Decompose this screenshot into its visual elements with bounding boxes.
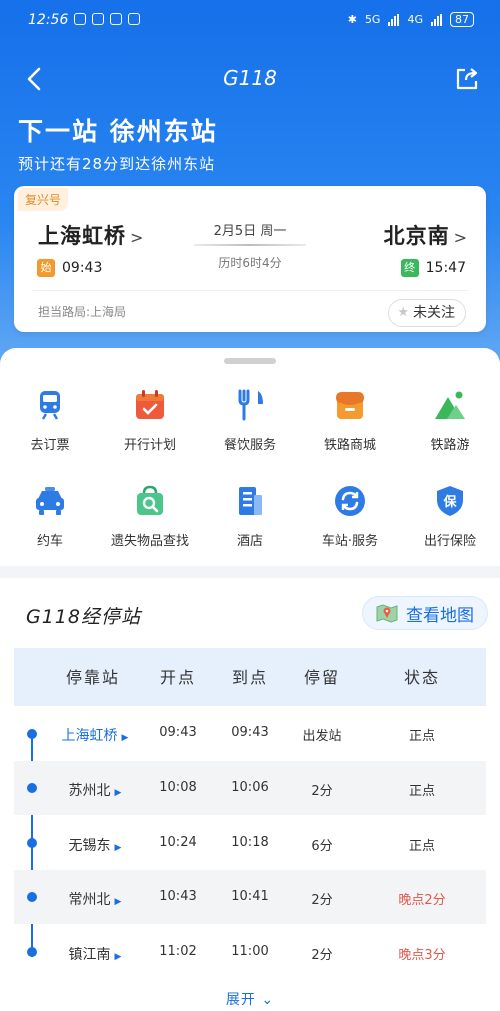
calendar-icon bbox=[136, 390, 164, 419]
lost-found-icon bbox=[137, 485, 163, 515]
arrival-station[interactable]: 北京南 > bbox=[384, 220, 468, 250]
map-icon bbox=[376, 604, 398, 623]
timeline-dot bbox=[27, 892, 37, 902]
chevron-right-icon: > bbox=[130, 228, 145, 247]
timeline-dot bbox=[27, 947, 37, 957]
timeline-dot bbox=[27, 729, 37, 739]
play-arrow-icon: ▶ bbox=[114, 843, 122, 853]
train-info-card: 复兴号 上海虹桥 > 2月5日 周一 历时6时4分 北京南 > 始 09:43 终 … bbox=[14, 186, 486, 332]
terminal-badge: 终 bbox=[400, 259, 419, 277]
chevron-right-icon: > bbox=[453, 228, 468, 247]
alarm-icon bbox=[128, 13, 140, 25]
next-station-title: 下一站 徐州东站 bbox=[18, 117, 218, 146]
train-type-badge: 复兴号 bbox=[18, 188, 69, 211]
service-car-booking[interactable]: 约车 bbox=[0, 484, 100, 549]
table-row[interactable]: 无锡东 ▶ 10:24 10:18 6分 正点 bbox=[14, 816, 486, 870]
service-schedule[interactable]: 开行计划 bbox=[100, 388, 200, 453]
departure-time: 09:43 bbox=[62, 260, 103, 276]
store-icon bbox=[336, 392, 364, 419]
header-stay: 停留 bbox=[303, 668, 340, 687]
car-icon bbox=[36, 487, 64, 515]
header-status: 状态 bbox=[403, 668, 440, 687]
railway-bureau: 担当路局:上海局 bbox=[38, 305, 127, 319]
table-row[interactable]: 镇江南 ▶ 11:02 11:00 2分 晚点3分 bbox=[14, 925, 486, 979]
nfc-icon bbox=[110, 13, 122, 25]
travel-date: 2月5日 周一 bbox=[213, 224, 287, 239]
departure-station[interactable]: 上海虹桥 > bbox=[38, 220, 144, 250]
page-title: G118 bbox=[223, 66, 277, 90]
refresh-icon bbox=[335, 486, 365, 516]
hotel-icon bbox=[239, 487, 262, 515]
train-icon bbox=[40, 391, 60, 420]
services-panel: 去订票 开行计划 餐饮服务 铁路商城 铁路游 约车 遗失物品查找 酒店 车站·服… bbox=[0, 348, 500, 566]
notification-icon bbox=[74, 13, 86, 25]
network-4g: 4G bbox=[407, 13, 423, 26]
arrival-time: 15:47 bbox=[425, 260, 466, 276]
stops-table-header: 停靠站 开点 到点 停留 状态 bbox=[14, 648, 486, 706]
signal-icon bbox=[388, 13, 400, 26]
play-arrow-icon: ▶ bbox=[121, 733, 129, 743]
service-travel-insurance[interactable]: 保 出行保险 bbox=[400, 484, 500, 549]
play-arrow-icon: ▶ bbox=[114, 897, 122, 907]
chevron-down-icon: ⌄ bbox=[261, 992, 275, 1008]
status-bar: 12:56 ✱ 5G 4G 87 bbox=[0, 0, 500, 42]
header-station: 停靠站 bbox=[65, 668, 120, 687]
service-book-ticket[interactable]: 去订票 bbox=[0, 388, 100, 453]
timeline-dot bbox=[27, 783, 37, 793]
table-row[interactable]: 常州北 ▶ 10:43 10:41 2分 晚点2分 bbox=[14, 870, 486, 924]
next-station-eta: 预计还有28分到达徐州东站 bbox=[18, 155, 216, 173]
signal-icon-2 bbox=[431, 13, 442, 26]
mountain-icon bbox=[435, 391, 465, 419]
cutlery-icon bbox=[238, 389, 263, 421]
route-line bbox=[194, 244, 306, 246]
svg-text:保: 保 bbox=[442, 494, 457, 510]
play-arrow-icon: ▶ bbox=[114, 952, 122, 962]
service-hotel[interactable]: 酒店 bbox=[200, 484, 300, 549]
follow-button[interactable]: ★ 未关注 bbox=[388, 299, 466, 327]
table-row[interactable]: 苏州北 ▶ 10:08 10:06 2分 正点 bbox=[14, 761, 486, 815]
service-railway-mall[interactable]: 铁路商城 bbox=[300, 388, 400, 453]
divider bbox=[32, 290, 468, 291]
nav-bar: G118 bbox=[0, 58, 500, 102]
service-station-service[interactable]: 车站·服务 bbox=[300, 484, 400, 549]
service-railway-travel[interactable]: 铁路游 bbox=[400, 388, 500, 453]
battery-indicator: 87 bbox=[450, 12, 474, 27]
drag-handle[interactable] bbox=[224, 358, 276, 364]
star-icon: ★ bbox=[397, 305, 409, 320]
insurance-icon: 保 bbox=[437, 486, 463, 516]
service-lost-and-found[interactable]: 遗失物品查找 bbox=[100, 484, 200, 549]
view-map-button[interactable]: 查看地图 bbox=[362, 596, 488, 630]
stops-title: G118经停站 bbox=[26, 606, 141, 628]
expand-button[interactable]: 展开 ⌄ bbox=[0, 989, 500, 1009]
play-arrow-icon: ▶ bbox=[114, 788, 122, 798]
header-arrive: 到点 bbox=[231, 668, 268, 687]
header-depart: 开点 bbox=[159, 668, 196, 687]
table-row[interactable]: 上海虹桥 ▶ 09:43 09:43 出发站 正点 bbox=[14, 706, 486, 760]
arrival-time-group: 终 15:47 bbox=[400, 259, 466, 277]
origin-badge: 始 bbox=[37, 259, 55, 277]
bluetooth-icon: ✱ bbox=[347, 13, 357, 26]
travel-duration: 历时6时4分 bbox=[218, 256, 282, 270]
share-icon[interactable] bbox=[454, 66, 480, 92]
stops-section: G118经停站 查看地图 停靠站 开点 到点 停留 状态 上海虹桥 ▶ 09:43… bbox=[0, 578, 500, 1011]
departure-time-group: 始 09:43 bbox=[37, 259, 102, 277]
status-time: 12:56 bbox=[28, 12, 69, 28]
service-catering[interactable]: 餐饮服务 bbox=[200, 388, 300, 453]
network-5g: 5G bbox=[364, 13, 381, 26]
app-notification-icon bbox=[92, 13, 104, 25]
timeline-dot bbox=[27, 838, 37, 848]
